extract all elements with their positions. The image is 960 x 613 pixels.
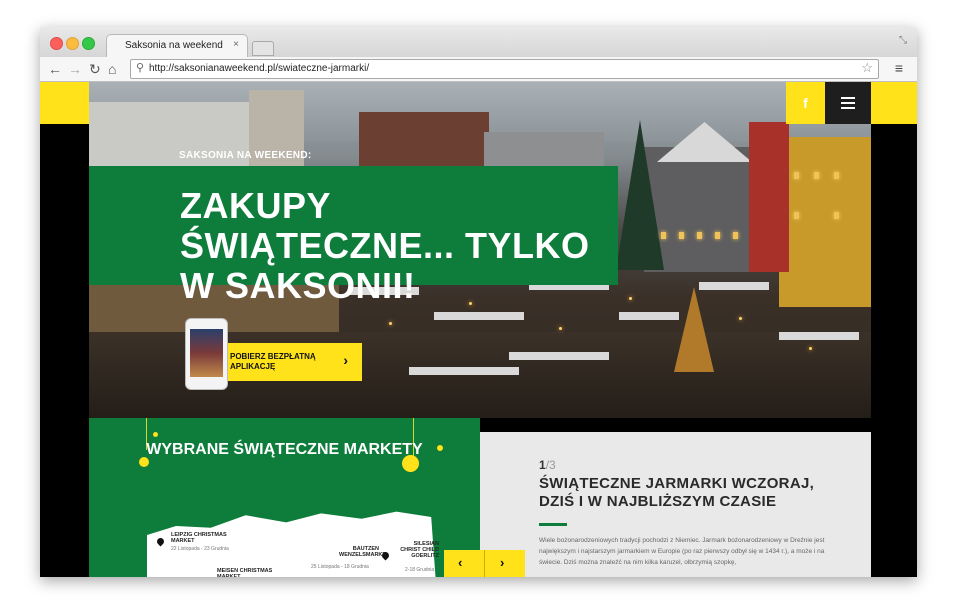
next-slide-button[interactable]: › — [500, 555, 504, 570]
title-bar: Saksonia na weekend × ⤡ — [40, 27, 917, 58]
market-date: 25 Listopada - 18 Grudnia — [311, 564, 369, 570]
tab-title: Saksonia na weekend — [125, 40, 223, 51]
minimize-window-button[interactable] — [66, 37, 79, 50]
prev-slide-button[interactable]: ‹ — [458, 555, 462, 570]
market-stall — [409, 367, 519, 375]
close-icon[interactable]: × — [233, 39, 239, 50]
hero-title-box: ZAKUPY ŚWIĄTECZNE... TYLKO W SAKSONII! — [89, 166, 618, 306]
market-stall — [699, 282, 769, 290]
lit-window — [733, 232, 738, 239]
browser-menu-icon[interactable]: ≡ — [895, 60, 903, 76]
lit-window — [679, 232, 684, 239]
lit-window — [794, 212, 799, 219]
hero-building — [749, 122, 789, 272]
market-stall — [434, 312, 524, 320]
market-light — [739, 317, 742, 320]
slide-counter: 1/3 — [539, 458, 556, 472]
hero-kicker: SAKSONIA NA WEEKEND: — [179, 150, 312, 161]
browser-toolbar: ← → ↻ ⌂ ⚲ http://saksonianaweekend.pl/sw… — [40, 57, 917, 82]
slide-current: 1 — [539, 458, 546, 472]
phone-screen — [190, 329, 223, 377]
download-app-label: POBIERZ BEZPŁATNĄ APLIKACJĘ — [230, 352, 316, 371]
market-name[interactable]: MEISEN CHRISTMAS MARKET — [217, 568, 277, 577]
fullscreen-icon[interactable]: ⤡ — [899, 35, 907, 46]
market-light — [559, 327, 562, 330]
slide-total: /3 — [545, 458, 556, 472]
article-section: 1/3 ŚWIĄTECZNE JARMARKI WCZORAJ, DZIŚ I … — [480, 432, 871, 577]
ornament-icon — [153, 432, 158, 437]
lit-window — [697, 232, 702, 239]
market-stall — [779, 332, 859, 340]
article-title: ŚWIĄTECZNE JARMARKI WCZORAJ, DZIŚ I W NA… — [539, 475, 815, 510]
market-name[interactable]: BAUTZEN WENZELSMARKT — [339, 546, 386, 558]
browser-tab[interactable]: Saksonia na weekend × — [106, 34, 248, 58]
slider-divider — [484, 550, 485, 577]
lit-window — [834, 172, 839, 179]
search-icon: ⚲ — [136, 62, 145, 74]
browser-window: Saksonia na weekend × ⤡ ← → ↻ ⌂ ⚲ http:/… — [40, 27, 917, 577]
header-bar-left — [40, 82, 89, 124]
bookmark-star-icon[interactable]: ☆ — [861, 60, 873, 76]
market-name[interactable]: SILESIAN CHRIST CHILD GOERLITZ — [395, 541, 439, 559]
menu-bar-icon — [841, 107, 855, 109]
markets-title: WYBRANE ŚWIĄTECZNE MARKETY — [146, 441, 423, 458]
menu-bar-icon — [841, 102, 855, 104]
reload-button[interactable]: ↻ — [89, 60, 101, 78]
market-stall — [509, 352, 609, 360]
forward-button[interactable]: → — [68, 60, 82, 78]
lit-window — [715, 232, 720, 239]
chevron-right-icon: › — [343, 352, 348, 368]
markets-section: WYBRANE ŚWIĄTECZNE MARKETY LEIPZIG CHRIS… — [89, 418, 480, 577]
hero-title: ZAKUPY ŚWIĄTECZNE... TYLKO W SAKSONII! — [180, 185, 590, 306]
address-bar[interactable]: ⚲ http://saksonianaweekend.pl/swiateczne… — [130, 59, 879, 79]
hero-section: f SAKSONIA NA WEEKEND: ZAKUPY ŚWIĄTECZNE… — [89, 82, 871, 418]
header-bar-right — [871, 82, 917, 124]
title-underline — [539, 523, 567, 526]
market-name[interactable]: LEIPZIG CHRISTMAS MARKET — [171, 532, 231, 544]
url-text[interactable]: http://saksonianaweekend.pl/swiateczne-j… — [149, 63, 369, 74]
new-tab-button[interactable] — [252, 41, 274, 56]
market-date: 2-18 Grudnia — [405, 567, 435, 573]
lit-window — [794, 172, 799, 179]
market-light — [389, 322, 392, 325]
back-button[interactable]: ← — [48, 60, 62, 78]
lit-window — [814, 172, 819, 179]
christmas-tree — [616, 120, 664, 270]
menu-bar-icon — [841, 97, 855, 99]
article-body: Wiele bożonarodzeniowych tradycji pochod… — [539, 537, 825, 566]
christmas-pyramid — [674, 287, 714, 372]
page-viewport: f SAKSONIA NA WEEKEND: ZAKUPY ŚWIĄTECZNE… — [40, 82, 917, 577]
hamburger-menu-button[interactable] — [825, 82, 871, 124]
phone-app-image — [185, 318, 228, 390]
close-window-button[interactable] — [50, 37, 63, 50]
market-stall — [619, 312, 679, 320]
market-date: 22 Listopada - 23 Grudnia — [171, 546, 229, 552]
home-button[interactable]: ⌂ — [108, 60, 116, 78]
slider-navigation: ‹ › — [444, 550, 525, 577]
facebook-button[interactable]: f — [786, 82, 825, 124]
market-light — [809, 347, 812, 350]
market-light — [629, 297, 632, 300]
lit-window — [661, 232, 666, 239]
lit-window — [834, 212, 839, 219]
hero-building — [779, 137, 871, 307]
zoom-window-button[interactable] — [82, 37, 95, 50]
